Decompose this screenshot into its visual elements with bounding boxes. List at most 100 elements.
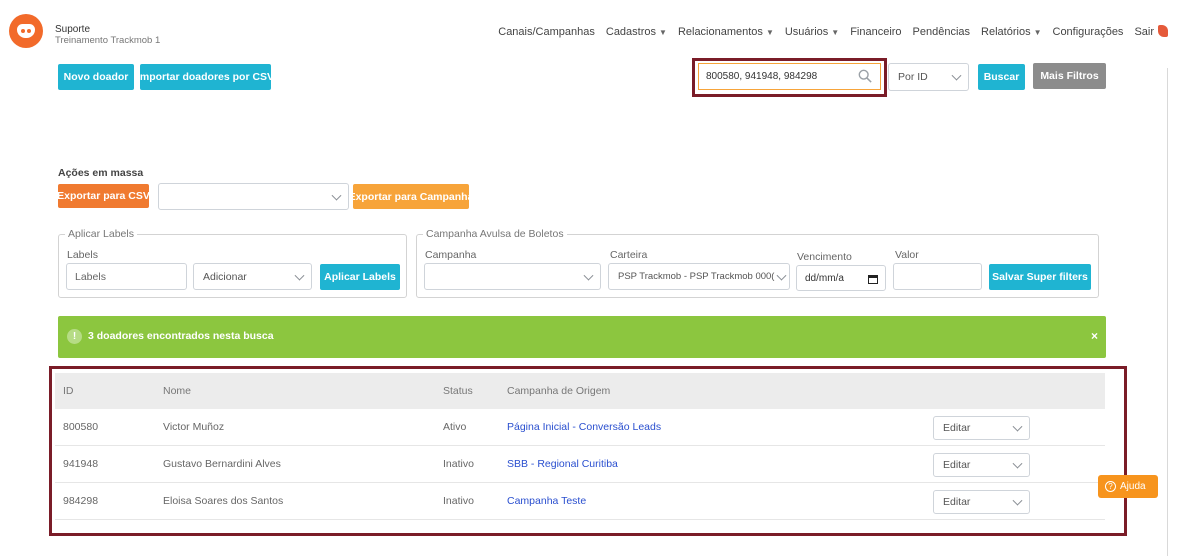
labels-input[interactable]: Labels xyxy=(66,263,187,290)
nav-item-label: Configurações xyxy=(1052,26,1124,38)
search-value: 800580, 941948, 984298 xyxy=(706,71,818,82)
nav-item-label: Financeiro xyxy=(850,26,902,38)
scrollbar-track[interactable] xyxy=(1167,68,1168,556)
chevron-down-icon xyxy=(776,270,787,281)
org-account: Treinamento Trackmob 1 xyxy=(55,35,161,46)
nav-item-label: Relacionamentos xyxy=(677,26,763,38)
nav-item-configura-es[interactable]: Configurações xyxy=(1053,26,1124,38)
cell-name: Gustavo Bernardini Alves xyxy=(163,458,281,470)
export-csv-button[interactable]: Exportar para CSV xyxy=(57,184,150,208)
question-icon: ? xyxy=(1105,481,1116,492)
chevron-down-icon xyxy=(331,190,342,201)
row-action-value: Editar xyxy=(943,459,971,471)
nav-item-financeiro[interactable]: Financeiro xyxy=(850,26,901,38)
cell-name: Eloisa Soares dos Santos xyxy=(163,495,284,507)
trackmob-logo[interactable] xyxy=(9,14,43,48)
calendar-icon[interactable] xyxy=(868,274,878,284)
top-navbar: Suporte Treinamento Trackmob 1 Canais/Ca… xyxy=(0,0,1182,50)
search-icon[interactable] xyxy=(858,69,872,83)
row-action-select[interactable]: Editar xyxy=(933,416,1030,440)
due-date-label: Vencimento xyxy=(797,251,852,263)
cell-id: 984298 xyxy=(63,495,99,507)
search-input[interactable]: 800580, 941948, 984298 xyxy=(698,63,881,90)
campaign-select[interactable] xyxy=(424,263,601,290)
wallet-value: PSP Trackmob - PSP Trackmob 000( xyxy=(618,271,775,282)
bulk-action-select[interactable] xyxy=(158,183,349,210)
apply-labels-button[interactable]: Aplicar Labels xyxy=(320,264,400,290)
labels-field-label: Labels xyxy=(67,249,98,261)
export-campaign-button[interactable]: Exportar para Campanha xyxy=(349,184,473,209)
cell-campaign[interactable]: Campanha Teste xyxy=(507,495,586,507)
cell-name: Victor Muñoz xyxy=(163,421,225,433)
caret-down-icon: ▼ xyxy=(765,28,774,37)
campaign-label: Campanha xyxy=(425,249,477,261)
nav-item-label: Pendências xyxy=(912,26,971,38)
main-nav: Canais/Campanhas Cadastros ▼ Relacionamento… xyxy=(498,26,1154,38)
chevron-down-icon xyxy=(1012,421,1023,432)
boleto-legend: Campanha Avulsa de Boletos xyxy=(423,228,567,240)
table-row: 941948 Gustavo Bernardini Alves Inativo SBB… xyxy=(55,446,1105,483)
header-name: Nome xyxy=(163,385,192,397)
new-donor-button[interactable]: Novo doador xyxy=(58,64,134,90)
nav-item-label: Sair xyxy=(1134,26,1154,38)
due-date-placeholder: dd/mm/a xyxy=(805,272,844,284)
close-icon[interactable]: × xyxy=(1091,329,1098,343)
search-by-value: Por ID xyxy=(898,71,928,83)
org-name: Suporte xyxy=(55,24,91,35)
cell-id: 800580 xyxy=(63,421,99,433)
search-by-select[interactable]: Por ID xyxy=(888,63,969,91)
labels-placeholder: Labels xyxy=(75,270,106,283)
nav-item-pend-ncias[interactable]: Pendências xyxy=(913,26,971,38)
import-csv-button[interactable]: Importar doadores por CSV xyxy=(137,64,274,90)
org-info: Suporte Treinamento Trackmob 1 xyxy=(55,24,160,46)
nav-item-canais-campanhas[interactable]: Canais/Campanhas xyxy=(498,26,595,38)
value-label: Valor xyxy=(895,249,919,261)
value-input[interactable] xyxy=(893,263,982,290)
wallet-label: Carteira xyxy=(610,249,648,261)
row-action-select[interactable]: Editar xyxy=(933,453,1030,477)
search-button[interactable]: Buscar xyxy=(978,64,1025,90)
nav-item-relat-rios[interactable]: Relatórios ▼ xyxy=(981,26,1041,38)
row-action-value: Editar xyxy=(943,496,971,508)
caret-down-icon: ▼ xyxy=(1033,28,1042,37)
table-row: 800580 Victor Muñoz Ativo Página Inicial - … xyxy=(55,409,1105,446)
chevron-down-icon xyxy=(294,270,305,281)
cell-campaign[interactable]: SBB - Regional Curitiba xyxy=(507,458,618,470)
more-filters-button[interactable]: Mais Filtros xyxy=(1033,63,1106,89)
row-action-select[interactable]: Editar xyxy=(933,490,1030,514)
nav-item-cadastros[interactable]: Cadastros ▼ xyxy=(606,26,667,38)
nav-item-sair[interactable]: Sair xyxy=(1134,26,1154,38)
nav-item-label: Canais/Campanhas xyxy=(498,26,595,38)
caret-down-icon: ▼ xyxy=(831,28,840,37)
due-date-input[interactable]: dd/mm/a xyxy=(796,265,886,291)
cell-status: Ativo xyxy=(443,421,467,433)
labels-legend: Aplicar Labels xyxy=(65,228,137,240)
cell-id: 941948 xyxy=(63,458,99,470)
chevron-down-icon xyxy=(1012,495,1023,506)
results-message: 3 doadores encontrados nesta busca xyxy=(88,330,274,342)
help-label: Ajuda xyxy=(1120,481,1146,492)
header-status: Status xyxy=(443,385,473,397)
bulk-actions-title: Ações em massa xyxy=(58,167,144,179)
nav-item-label: Relatórios xyxy=(981,26,1031,38)
cell-campaign[interactable]: Página Inicial - Conversão Leads xyxy=(507,421,661,433)
cell-status: Inativo xyxy=(443,458,474,470)
wallet-select[interactable]: PSP Trackmob - PSP Trackmob 000( xyxy=(608,263,790,290)
fox-face-icon xyxy=(17,24,35,38)
labels-mode-value: Adicionar xyxy=(203,270,247,283)
row-action-value: Editar xyxy=(943,422,971,434)
save-super-filters-button[interactable]: Salvar Super filters xyxy=(989,264,1091,290)
cell-status: Inativo xyxy=(443,495,474,507)
nav-item-label: Usuários xyxy=(784,26,829,38)
notification-icon[interactable] xyxy=(1158,25,1168,37)
header-id: ID xyxy=(63,385,74,397)
caret-down-icon: ▼ xyxy=(659,28,667,37)
nav-item-relacionamentos[interactable]: Relacionamentos ▼ xyxy=(678,26,774,38)
nav-item-label: Cadastros xyxy=(605,26,657,38)
nav-item-usu-rios[interactable]: Usuários ▼ xyxy=(785,26,839,38)
labels-mode-select[interactable]: Adicionar xyxy=(193,263,312,290)
chevron-down-icon xyxy=(1012,458,1023,469)
table-header: ID Nome Status Campanha de Origem xyxy=(55,373,1105,409)
help-button[interactable]: ? Ajuda xyxy=(1098,475,1158,498)
results-alert: ! 3 doadores encontrados nesta busca × xyxy=(58,316,1106,358)
